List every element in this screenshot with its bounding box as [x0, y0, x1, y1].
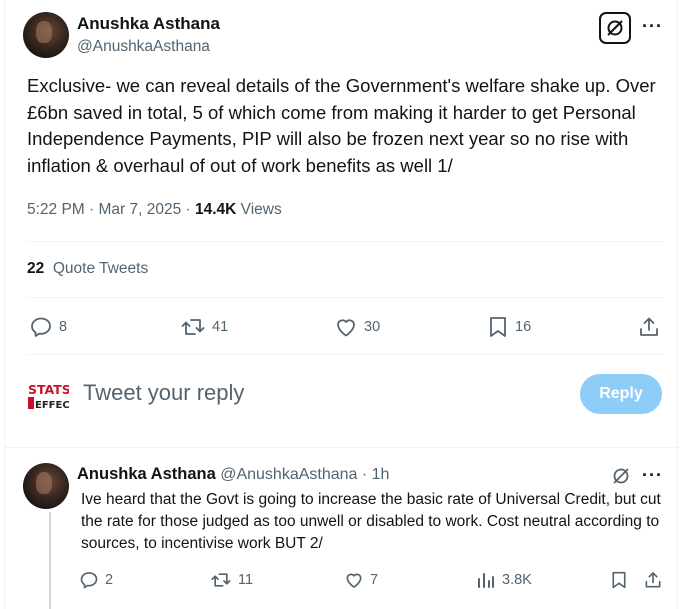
reply-count: 8 — [59, 319, 68, 335]
retweet-button[interactable]: 41 — [180, 315, 228, 339]
reply-retweet-count: 11 — [238, 572, 254, 588]
more-icon[interactable]: ··· — [642, 16, 663, 37]
divider — [27, 241, 663, 242]
reply-share-button[interactable] — [643, 570, 663, 590]
reply-grok-button[interactable] — [611, 466, 631, 491]
reply-retweet-button[interactable]: 11 — [210, 570, 253, 590]
reply-icon — [31, 317, 51, 337]
quote-tweets-link[interactable]: 22 Quote Tweets — [27, 260, 148, 278]
reply-button[interactable]: 8 — [29, 315, 67, 339]
divider — [27, 354, 663, 355]
reply-separator: · — [357, 466, 372, 483]
author-avatar[interactable] — [23, 12, 69, 58]
author-handle[interactable]: @AnushkaAsthana — [77, 38, 210, 56]
bookmark-button[interactable]: 16 — [487, 315, 531, 339]
bookmark-count: 16 — [515, 319, 532, 335]
grok-icon — [607, 20, 623, 36]
reply-more-icon[interactable]: ··· — [642, 465, 663, 486]
grok-button[interactable] — [599, 12, 631, 44]
reply-icon — [80, 572, 98, 589]
views-icon — [478, 573, 494, 588]
logo-text-effect: EFFECT — [35, 400, 69, 411]
bookmark-icon — [612, 571, 626, 589]
grok-icon — [613, 468, 629, 484]
retweet-icon — [211, 573, 231, 587]
like-count: 30 — [364, 319, 381, 335]
author-name[interactable]: Anushka Asthana — [77, 14, 220, 34]
divider — [27, 297, 663, 298]
thread-line — [49, 512, 51, 609]
retweet-icon — [181, 319, 205, 335]
reply-input[interactable]: Tweet your reply — [83, 380, 244, 406]
bookmark-icon — [490, 317, 506, 337]
reply-bookmark-button[interactable] — [610, 570, 628, 590]
tweet-time[interactable]: 5:22 PM · Mar 7, 2025 · — [27, 201, 195, 218]
like-icon — [346, 573, 362, 588]
retweet-count: 41 — [212, 319, 229, 335]
reply-author-name[interactable]: Anushka Asthana — [77, 465, 216, 483]
reply-reply-button[interactable]: 2 — [79, 570, 113, 590]
reply-time[interactable]: 1h — [372, 466, 390, 483]
reply-reply-count: 2 — [105, 572, 114, 588]
reply-submit-button[interactable]: Reply — [580, 374, 662, 414]
reply-author-avatar[interactable] — [23, 463, 69, 509]
tweet-thread: Anushka Asthana @AnushkaAsthana ··· Excl… — [4, 0, 679, 609]
reply-tweet-text: Ive heard that the Govt is going to incr… — [81, 491, 661, 552]
reply-author-handle[interactable]: @AnushkaAsthana — [220, 466, 357, 483]
logo-text-stats: STATS — [28, 382, 69, 397]
share-button[interactable] — [637, 315, 661, 339]
reply-like-count: 7 — [370, 572, 379, 588]
reply-header: Anushka Asthana @AnushkaAsthana · 1h — [77, 465, 389, 484]
tweet-meta: 5:22 PM · Mar 7, 2025 · 14.4K Views — [27, 201, 282, 219]
views-label: Views — [236, 201, 282, 218]
share-icon — [645, 572, 661, 588]
reply-like-button[interactable]: 7 — [344, 570, 378, 590]
quote-tweets-count: 22 — [27, 260, 45, 277]
quote-tweets-label: Quote Tweets — [52, 260, 149, 277]
share-icon — [640, 317, 658, 336]
views-count: 14.4K — [195, 201, 237, 218]
divider — [5, 447, 679, 448]
reply-views-count: 3.8K — [502, 572, 532, 588]
tweet-text: Exclusive- we can reveal details of the … — [27, 75, 656, 176]
like-icon — [337, 319, 355, 337]
user-avatar-logo: STATS EFFECT — [27, 381, 77, 411]
like-button[interactable]: 30 — [334, 315, 380, 339]
reply-views-button[interactable]: 3.8K — [476, 570, 532, 590]
